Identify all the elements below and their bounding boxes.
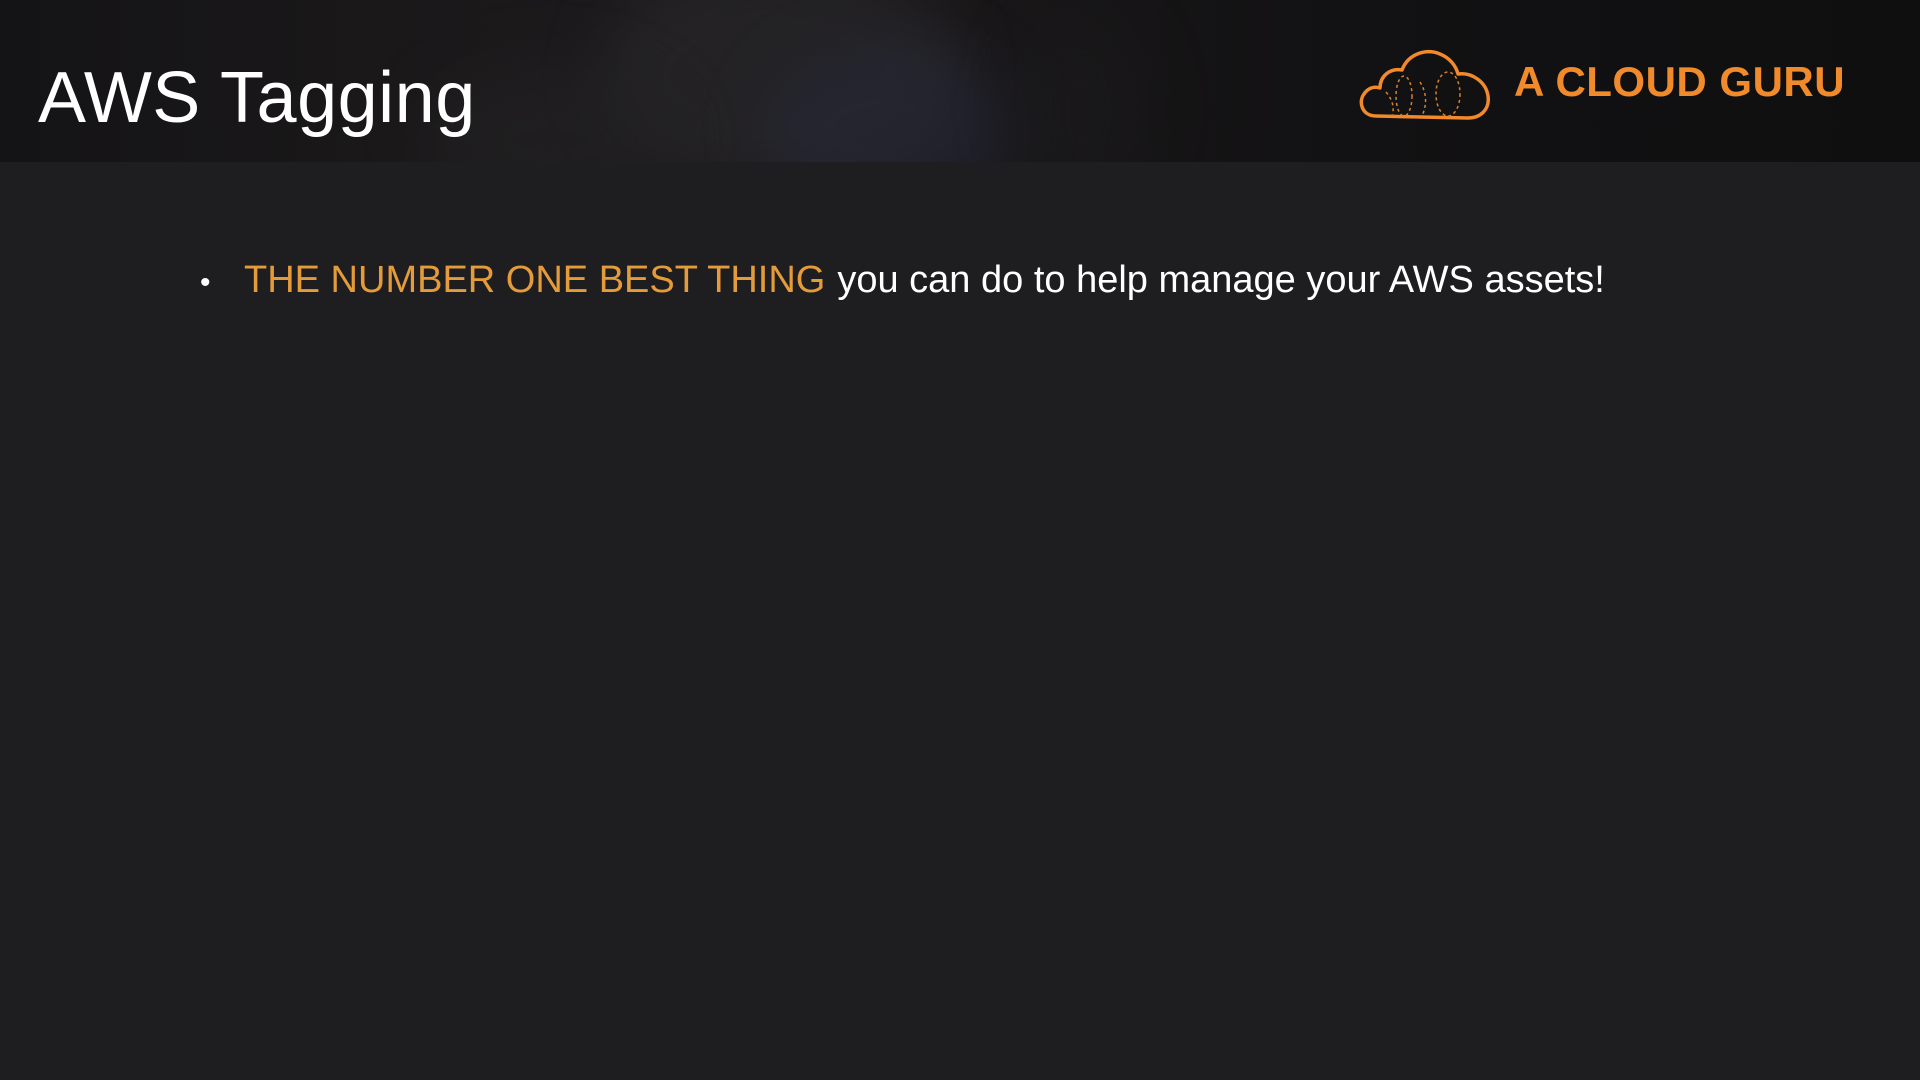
brand-logo-group: A CLOUD GURU xyxy=(1356,42,1845,122)
cloud-logo-icon xyxy=(1359,49,1490,120)
bullet-highlight-text: THE NUMBER ONE BEST THING xyxy=(244,259,826,301)
background-video-blur xyxy=(1010,10,1150,162)
header-band: AWS Tagging A CLOUD GURU xyxy=(0,0,1920,162)
bullet-list: • THE NUMBER ONE BEST THING you can do t… xyxy=(200,258,1800,304)
slide-title: AWS Tagging xyxy=(38,58,476,138)
bullet-icon: • xyxy=(200,266,211,299)
slide: AWS Tagging A CLOUD GURU • THE NUMBER ON… xyxy=(0,0,1920,1080)
list-item: • THE NUMBER ONE BEST THING you can do t… xyxy=(200,258,1800,304)
bullet-text: you can do to help manage your AWS asset… xyxy=(837,259,1605,301)
brand-name: A CLOUD GURU xyxy=(1514,58,1846,105)
slide-content: • THE NUMBER ONE BEST THING you can do t… xyxy=(0,162,1920,1080)
